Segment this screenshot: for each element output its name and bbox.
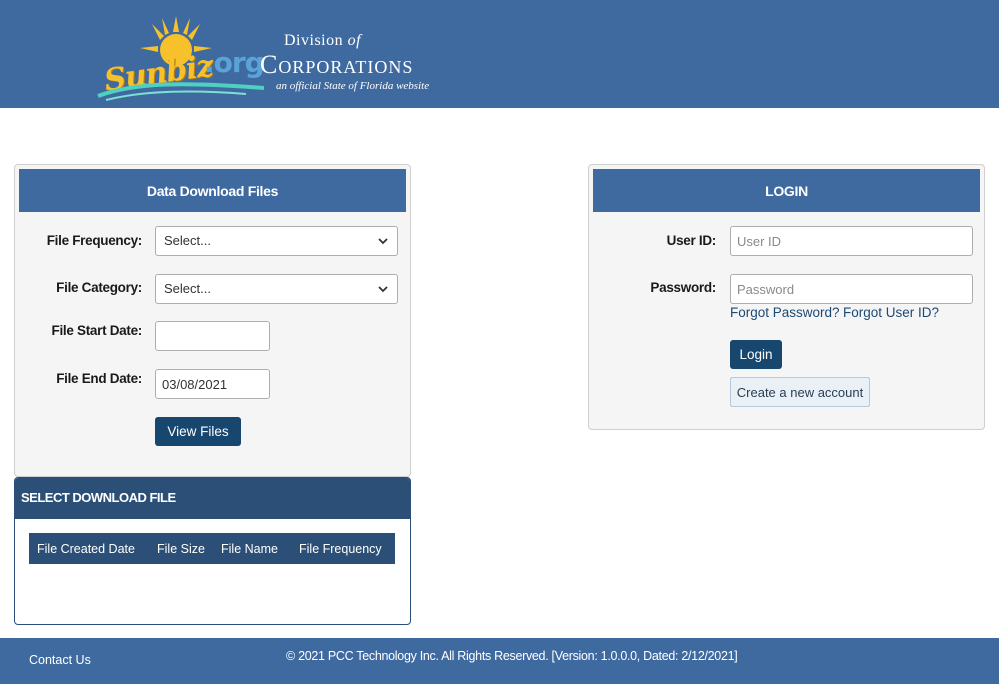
swoosh-icon bbox=[97, 82, 265, 101]
file-frequency-value: Select... bbox=[164, 233, 211, 248]
password-label: Password: bbox=[650, 280, 716, 295]
download-panel: Data Download Files File Frequency: Sele… bbox=[14, 164, 411, 477]
download-panel-title: Data Download Files bbox=[19, 169, 406, 212]
logo-corporations-text: Corporations bbox=[260, 50, 414, 79]
create-account-button[interactable]: Create a new account bbox=[730, 377, 870, 407]
file-category-select[interactable]: Select... bbox=[155, 274, 398, 304]
logo-tagline: an official State of Florida website bbox=[276, 80, 430, 92]
user-id-input[interactable] bbox=[730, 226, 973, 256]
user-id-label: User ID: bbox=[666, 233, 717, 248]
logo-of-word: of bbox=[347, 32, 362, 49]
file-category-value: Select... bbox=[164, 281, 211, 296]
login-button[interactable]: Login bbox=[730, 340, 782, 369]
logo-org-text: .org bbox=[204, 46, 265, 79]
col-file-frequency[interactable]: File Frequency bbox=[299, 542, 382, 556]
contact-us-link[interactable]: Contact Us bbox=[29, 653, 91, 667]
col-file-name[interactable]: File Name bbox=[221, 542, 278, 556]
password-input[interactable] bbox=[730, 274, 973, 304]
login-panel-title: LOGIN bbox=[593, 169, 980, 212]
sunbiz-logo[interactable]: Sunbiz .org Division of Corporations an … bbox=[96, 14, 476, 101]
end-date-label: File End Date: bbox=[56, 371, 142, 386]
file-frequency-label: File Frequency: bbox=[46, 233, 143, 248]
view-files-button[interactable]: View Files bbox=[155, 417, 241, 446]
start-date-input[interactable] bbox=[155, 321, 270, 351]
login-panel: LOGIN User ID: Password: Forgot Password… bbox=[588, 164, 985, 430]
select-download-title: SELECT DOWNLOAD FILE bbox=[15, 478, 410, 519]
select-download-panel: SELECT DOWNLOAD FILE File Created Date F… bbox=[14, 477, 411, 625]
end-date-input[interactable] bbox=[155, 369, 270, 399]
file-category-label: File Category: bbox=[56, 280, 142, 295]
logo-division-text: Division of bbox=[284, 32, 361, 50]
logo-division-word: Division bbox=[284, 32, 344, 49]
site-footer: Contact Us © 2021 PCC Technology Inc. Al… bbox=[0, 638, 999, 684]
file-frequency-select[interactable]: Select... bbox=[155, 226, 398, 256]
start-date-label: File Start Date: bbox=[51, 323, 143, 338]
forgot-user-id-link[interactable]: Forgot User ID? bbox=[843, 305, 939, 320]
col-file-size[interactable]: File Size bbox=[157, 542, 205, 556]
col-file-created-date[interactable]: File Created Date bbox=[37, 542, 135, 556]
copyright-text: © 2021 PCC Technology Inc. All Rights Re… bbox=[286, 649, 738, 663]
site-header: Sunbiz .org Division of Corporations an … bbox=[0, 0, 999, 108]
download-table-header: File Created Date File Size File Name Fi… bbox=[29, 533, 395, 564]
chevron-down-icon bbox=[378, 286, 388, 293]
chevron-down-icon bbox=[378, 238, 388, 245]
forgot-password-link[interactable]: Forgot Password? bbox=[730, 305, 840, 320]
